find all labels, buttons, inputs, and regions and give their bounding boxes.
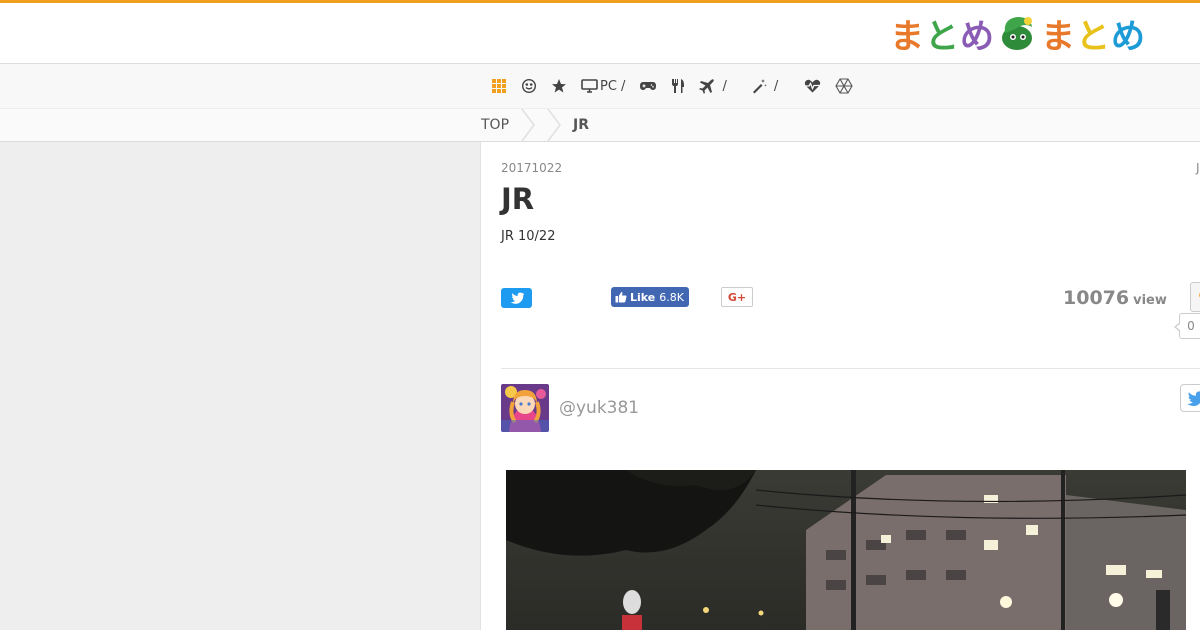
heartbeat-icon [805, 79, 821, 93]
plane-icon [699, 79, 715, 94]
magic-wand-icon [752, 79, 767, 94]
view-unit: view [1133, 293, 1167, 308]
article-title: JR [501, 182, 535, 216]
facebook-like-count: 6.8K [659, 290, 684, 304]
nav-label-pc: PC / [600, 78, 626, 94]
nav-item-entertainment[interactable] [521, 78, 537, 94]
nav-item-pc[interactable]: PC / [581, 78, 625, 94]
left-sidebar [0, 142, 481, 630]
nav-item-all[interactable] [491, 78, 507, 94]
nav-item-lifestyle[interactable]: / [751, 78, 778, 94]
thumbs-up-icon [615, 291, 627, 303]
author-block: @yuk381 [501, 384, 639, 432]
grid-icon [492, 79, 506, 93]
nav-label-lifestyle: / [773, 78, 779, 94]
share-bar: Like 6.8K G+ 10076 view 0 [501, 282, 1200, 339]
nav-item-food[interactable] [671, 78, 685, 94]
view-count: 10076 [1063, 287, 1130, 309]
smiley-icon [521, 78, 537, 94]
article-description: JR 10/22 [501, 229, 556, 244]
twitter-follow-button[interactable] [1180, 384, 1200, 412]
logo-char-2: と [925, 16, 960, 57]
article-meta-right: J [1196, 161, 1200, 175]
article-main: 20171022 J JR JR 10/22 Like 6.8K G+ 1007… [481, 142, 1200, 630]
breadcrumb-current: JR [573, 117, 590, 133]
breadcrumb-separator [515, 109, 541, 141]
monitor-icon [581, 79, 598, 93]
hexagon-icon [835, 78, 853, 94]
section-divider [501, 368, 1200, 369]
star-icon [552, 79, 566, 93]
mascot-icon [1002, 17, 1032, 50]
site-logo[interactable]: ま と め ま と め [890, 12, 1146, 57]
nav-item-other[interactable] [835, 78, 853, 94]
logo-char-6: め [1111, 16, 1146, 57]
breadcrumb-bar: TOP JR [0, 108, 1200, 142]
logo-char-5: と [1076, 16, 1111, 57]
author-handle[interactable]: @yuk381 [559, 398, 639, 418]
view-counter: 10076 view [1063, 287, 1167, 309]
facebook-like-label: Like [630, 290, 656, 304]
nav-item-games[interactable] [639, 78, 657, 94]
category-nav: PC / / / [491, 76, 867, 96]
nav-item-favorites[interactable] [551, 78, 567, 94]
nav-item-health[interactable] [804, 78, 821, 94]
avatar[interactable] [501, 384, 549, 432]
gamepad-icon [640, 82, 657, 90]
nav-label-travel: / [722, 78, 727, 94]
breadcrumb-separator [541, 109, 567, 141]
logo-char-1: ま [890, 16, 925, 57]
breadcrumb: TOP JR [481, 109, 589, 141]
favorite-count: 0 [1174, 313, 1200, 339]
nav-item-travel[interactable]: / [699, 78, 727, 94]
logo-char-4: ま [1041, 16, 1076, 57]
google-plus-button[interactable]: G+ [721, 287, 753, 307]
breadcrumb-top-link[interactable]: TOP [481, 117, 509, 133]
facebook-like-button[interactable]: Like 6.8K [611, 287, 689, 307]
utensils-icon [672, 79, 685, 93]
category-navbar: PC / / / [0, 64, 1200, 108]
article-date: 20171022 [501, 161, 563, 175]
favorite-button[interactable] [1190, 282, 1200, 312]
twitter-share-button[interactable] [501, 288, 532, 308]
site-header: ま と め ま と め [0, 0, 1200, 64]
twitter-icon [510, 292, 524, 304]
logo-char-3: め [960, 16, 995, 57]
article-photo [506, 470, 1186, 630]
twitter-icon [1186, 390, 1200, 406]
